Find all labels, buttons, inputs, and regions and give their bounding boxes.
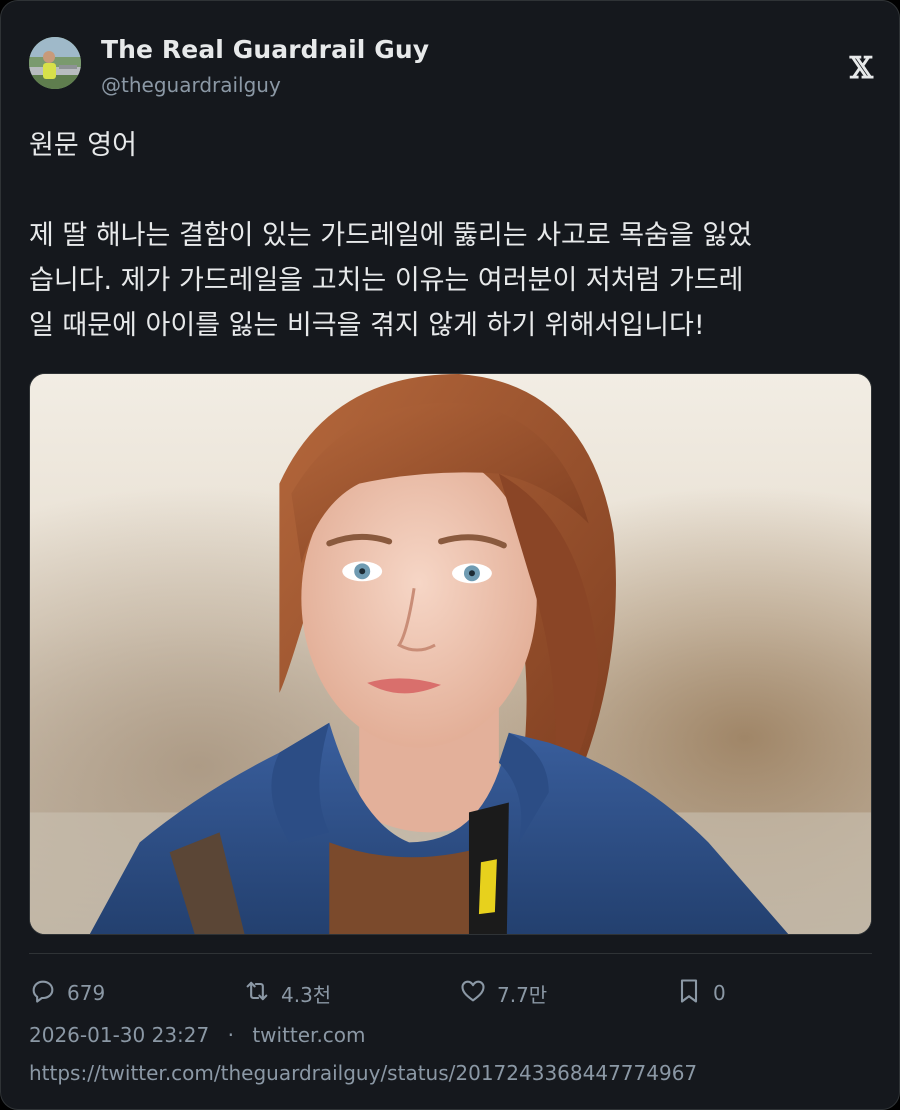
tweet-line: 습니다. 제가 가드레일을 고치는 이유는 여러분이 저처럼 가드레 bbox=[29, 265, 744, 296]
action-divider bbox=[29, 953, 872, 954]
timestamp[interactable]: 2026-01-30 23:27 bbox=[29, 1023, 209, 1047]
reply-button[interactable]: 679 bbox=[29, 973, 105, 1013]
retweet-count: 4.3천 bbox=[281, 982, 332, 1007]
tweet-line-gap bbox=[29, 168, 879, 213]
retweet-icon bbox=[243, 977, 271, 1010]
retweet-button[interactable]: 4.3천 bbox=[243, 973, 331, 1013]
tweet-card: The Real Guardrail Guy @theguardrailguy … bbox=[0, 0, 900, 1110]
like-button[interactable]: 7.7만 bbox=[459, 973, 547, 1013]
tweet-actions: 679 4.3천 7.7만 0 bbox=[29, 973, 872, 1013]
tweet-line: 제 딸 해나는 결함이 있는 가드레일에 뚫리는 사고로 목숨을 잃었 bbox=[29, 220, 753, 251]
author-display-name[interactable]: The Real Guardrail Guy bbox=[101, 35, 429, 64]
like-count: 7.7만 bbox=[497, 982, 548, 1007]
bookmark-count: 0 bbox=[713, 981, 726, 1005]
source-link[interactable]: twitter.com bbox=[252, 1023, 365, 1047]
avatar[interactable] bbox=[29, 37, 81, 89]
tweet-header: The Real Guardrail Guy @theguardrailguy … bbox=[29, 35, 875, 97]
tweet-line: 원문 영어 bbox=[29, 130, 137, 161]
tweet-text: 원문 영어 제 딸 해나는 결함이 있는 가드레일에 뚫리는 사고로 목숨을 잃… bbox=[29, 123, 879, 348]
tweet-meta: 2026-01-30 23:27 · twitter.com bbox=[29, 1023, 366, 1047]
tweet-line: 일 때문에 아이를 잃는 비극을 겪지 않게 하기 위해서입니다! bbox=[29, 310, 705, 341]
heart-icon bbox=[459, 977, 487, 1010]
meta-separator: · bbox=[227, 1023, 234, 1047]
bookmark-icon bbox=[675, 977, 703, 1010]
x-logo-icon[interactable]: 𝕏 bbox=[850, 51, 873, 86]
reply-icon bbox=[29, 977, 57, 1010]
reply-count: 679 bbox=[67, 981, 106, 1005]
bookmark-button[interactable]: 0 bbox=[675, 973, 726, 1013]
author-handle[interactable]: @theguardrailguy bbox=[101, 73, 281, 97]
tweet-media-photo[interactable] bbox=[29, 373, 872, 935]
tweet-url[interactable]: https://twitter.com/theguardrailguy/stat… bbox=[29, 1061, 697, 1085]
